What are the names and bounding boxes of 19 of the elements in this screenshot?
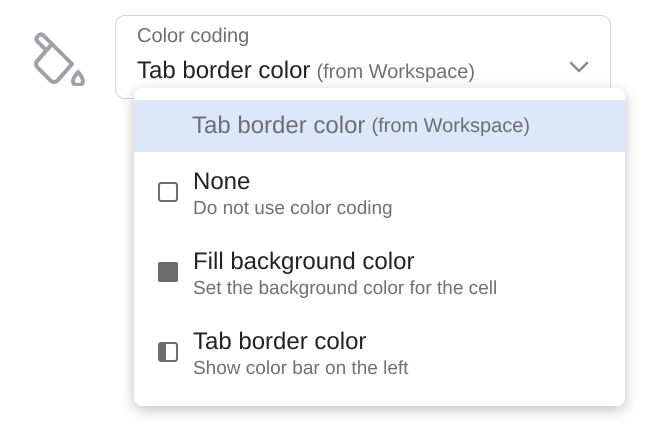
option-title: Tab border color (193, 327, 368, 357)
select-label: Color coding (137, 24, 250, 49)
option-description: Set the background color for the cell (193, 277, 498, 301)
option-note: (from Workspace) (371, 114, 530, 139)
option-title: Tab border color (192, 111, 366, 141)
option-title: None (193, 167, 252, 197)
half-filled-square-icon (158, 342, 178, 362)
select-value-note: (from Workspace) (316, 60, 475, 85)
chevron-down-icon (569, 61, 589, 73)
option-description: Show color bar on the left (193, 357, 408, 381)
select-value: Tab border color (137, 57, 310, 85)
option-description: Do not use color coding (193, 197, 393, 221)
filled-square-icon (158, 262, 178, 282)
menu-option[interactable]: None Do not use color coding (134, 152, 625, 232)
empty-square-icon (158, 182, 178, 202)
option-title: Fill background color (193, 247, 416, 277)
menu-option[interactable]: Tab border color (from Workspace) (134, 100, 625, 152)
menu-option[interactable]: Tab border color Show color bar on the left (134, 312, 625, 392)
menu-option[interactable]: Fill background color Set the background color for the cell (134, 232, 625, 312)
